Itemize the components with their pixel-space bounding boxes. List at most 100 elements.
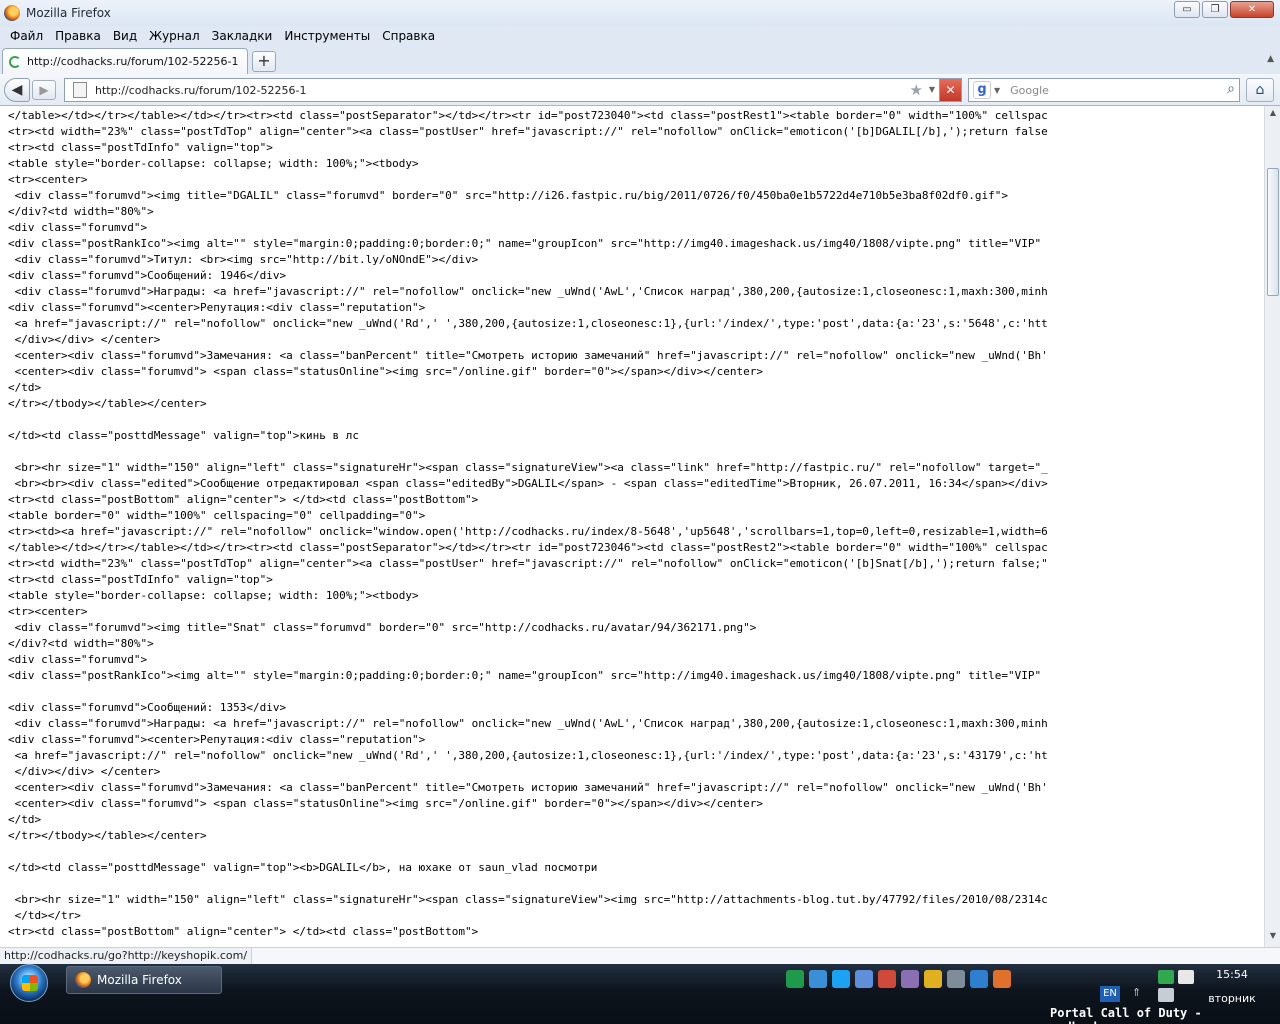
bookmark-star-icon[interactable]: ★: [910, 81, 923, 99]
clock-time: 15:54: [1216, 968, 1248, 981]
list-tabs-icon[interactable]: ▲: [1267, 54, 1274, 64]
windows-logo-icon: [22, 975, 38, 991]
close-button[interactable]: ✕: [1230, 1, 1274, 18]
source-line: <a href="javascript://" rel="nofollow" o…: [8, 749, 1048, 762]
page-source-view: </table></td></tr></table></td></tr><tr>…: [0, 106, 1264, 947]
menu-bookmarks[interactable]: Закладки: [206, 29, 279, 43]
taskbar-button-label: Mozilla Firefox: [97, 973, 182, 987]
history-dropdown-icon[interactable]: ▼: [929, 85, 935, 94]
source-line: <div class="forumvd">Титул: <br><img src…: [8, 253, 479, 266]
source-line: <center><div class="forumvd">Замечания: …: [8, 781, 1048, 794]
source-line: <tr><td class="postTdInfo" valign="top">: [8, 573, 273, 586]
scrollbar-thumb[interactable]: [1267, 168, 1279, 296]
source-line: [8, 412, 1048, 428]
source-line: <div class="forumvd">Награды: <a href="j…: [8, 285, 1048, 298]
network-icon[interactable]: [1158, 970, 1174, 984]
clock[interactable]: 15:54 вторник: [1200, 968, 1264, 1006]
source-line: <table style="border-collapse: collapse;…: [8, 157, 419, 170]
source-line: </td><td class="posttdMessage" valign="t…: [8, 429, 359, 442]
source-line: <div class="forumvd">Сообщений: 1353</di…: [8, 701, 287, 714]
vertical-scrollbar[interactable]: ▲ ▼: [1264, 106, 1280, 947]
scroll-down-icon[interactable]: ▼: [1267, 931, 1279, 945]
window-controls: ▭ ❐ ✕: [1174, 1, 1274, 18]
source-line: <div class="forumvd"><img title="DGALIL"…: [8, 189, 1009, 202]
address-bar[interactable]: http://codhacks.ru/forum/102-52256-1 ★ ▼…: [64, 78, 962, 102]
language-indicator[interactable]: EN: [1100, 986, 1120, 1002]
stop-button[interactable]: ✕: [939, 79, 961, 101]
new-tab-button[interactable]: +: [252, 51, 276, 72]
tray-app-icon[interactable]: [855, 970, 873, 988]
tab-active[interactable]: http://codhacks.ru/forum/102-52256-1: [2, 48, 248, 74]
source-line: [8, 876, 1048, 892]
tray-app-icon[interactable]: [809, 970, 827, 988]
start-button[interactable]: [10, 964, 48, 1002]
source-line: <div class="forumvd"><center>Репутация:<…: [8, 301, 426, 314]
tray-app-icon[interactable]: [878, 970, 896, 988]
source-line: <div class="forumvd">: [8, 653, 148, 666]
source-line: </table></td></tr></table></td></tr><tr>…: [8, 109, 1048, 122]
menu-view[interactable]: Вид: [107, 29, 143, 43]
source-line: </td><td class="posttdMessage" valign="t…: [8, 861, 598, 874]
scroll-up-icon[interactable]: ▲: [1267, 108, 1279, 122]
menu-bar: Файл Правка Вид Журнал Закладки Инструме…: [0, 26, 1280, 46]
menu-file[interactable]: Файл: [4, 29, 49, 43]
loading-spinner-icon: [9, 55, 21, 68]
minimize-button[interactable]: ▭: [1174, 1, 1200, 18]
tab-strip: http://codhacks.ru/forum/102-52256-1 + ▲: [0, 46, 1280, 74]
source-line: <div class="postRankIco"><img alt="" sty…: [8, 669, 1042, 682]
tray-app-icon[interactable]: [924, 970, 942, 988]
tray-icons: [786, 970, 1011, 988]
show-hidden-icons-icon[interactable]: ⇑: [1132, 986, 1141, 999]
source-line: <div class="postRankIco"><img alt="" sty…: [8, 237, 1042, 250]
monitor-icon[interactable]: [1178, 970, 1194, 984]
source-line: [8, 684, 1048, 700]
search-input[interactable]: Google: [1010, 84, 1049, 97]
source-line: <tr><center>: [8, 173, 88, 186]
tray-app-icon[interactable]: [947, 970, 965, 988]
source-line: <center><div class="forumvd">Замечания: …: [8, 349, 1048, 362]
address-input[interactable]: http://codhacks.ru/forum/102-52256-1: [95, 84, 306, 97]
tray-app-icon[interactable]: [786, 970, 804, 988]
page-icon: [73, 82, 87, 98]
restore-button[interactable]: ❐: [1202, 1, 1228, 18]
tray-app-icon[interactable]: [993, 970, 1011, 988]
source-line: <tr><td width="23%" class="postTdTop" al…: [8, 557, 1048, 570]
source-line: [8, 444, 1048, 460]
back-button[interactable]: ◀: [4, 78, 30, 102]
menu-history[interactable]: Журнал: [143, 29, 206, 43]
source-line: </div?<td width="80%">: [8, 637, 154, 650]
taskbar-firefox-button[interactable]: Mozilla Firefox: [66, 966, 222, 994]
source-line: <center><div class="forumvd"> <span clas…: [8, 365, 763, 378]
tray-app-icon[interactable]: [832, 970, 850, 988]
source-line: </div></div> </center>: [8, 765, 161, 778]
source-line: </td>: [8, 813, 42, 826]
google-engine-icon[interactable]: g: [973, 81, 991, 99]
search-bar[interactable]: g ▼ Google ⌕: [968, 78, 1240, 102]
back-arrow-icon: ◀: [11, 82, 23, 98]
source-line: <br><hr size="1" width="150" align="left…: [8, 461, 1048, 474]
tray-app-icon[interactable]: [970, 970, 988, 988]
engine-dropdown-icon[interactable]: ▼: [994, 86, 1000, 95]
search-icon[interactable]: ⌕: [1227, 81, 1235, 97]
menu-tools[interactable]: Инструменты: [278, 29, 376, 43]
window-title: Mozilla Firefox: [26, 6, 111, 20]
volume-icon[interactable]: [1158, 988, 1174, 1002]
firefox-taskbar-icon: [75, 972, 91, 988]
source-line: <center><div class="forumvd"> <span clas…: [8, 797, 763, 810]
source-line: <tr><td class="postBottom" align="center…: [8, 493, 479, 506]
clock-day: вторник: [1208, 992, 1256, 1005]
source-code: </table></td></tr></table></td></tr><tr>…: [8, 108, 1048, 940]
home-icon: ⌂: [1255, 82, 1265, 98]
menu-help[interactable]: Справка: [376, 29, 441, 43]
status-bar: http://codhacks.ru/go?http://keyshopik.c…: [0, 947, 1280, 964]
source-line: <tr><td><a href="javascript://" rel="nof…: [8, 525, 1048, 538]
tray-app-icon[interactable]: [901, 970, 919, 988]
menu-edit[interactable]: Правка: [49, 29, 107, 43]
source-line: <tr><center>: [8, 605, 88, 618]
tab-title: http://codhacks.ru/forum/102-52256-1: [27, 55, 239, 68]
source-line: </td>: [8, 381, 42, 394]
title-bar: Mozilla Firefox ▭ ❐ ✕: [0, 0, 1280, 26]
forward-arrow-icon: ▶: [39, 83, 49, 97]
home-button[interactable]: ⌂: [1246, 78, 1274, 102]
forward-button[interactable]: ▶: [32, 80, 56, 100]
